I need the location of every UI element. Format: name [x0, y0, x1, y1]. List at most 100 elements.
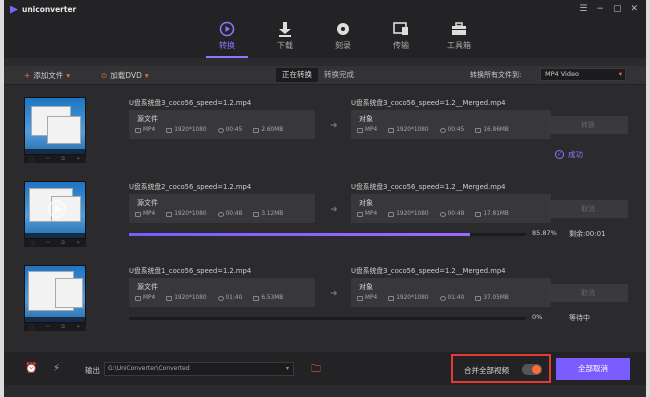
lightning-icon[interactable]: ⚡	[53, 363, 60, 374]
target-duration: 00:48	[447, 211, 465, 217]
menu-icon[interactable]: ☰	[579, 4, 587, 14]
list-item: ⓘ ✂ ⧉ ✦ U盘系统盘2_coco56_speed=1.2.mp4 源文件 MP4…	[18, 175, 634, 253]
source-label: 源文件	[137, 115, 158, 123]
info-icon[interactable]: ⓘ	[30, 324, 35, 331]
target-info[interactable]: 对象 MP4 1920*1080 00:45 16.86MB	[351, 110, 551, 139]
format-icon	[357, 211, 363, 217]
source-size: 6.53MB	[261, 295, 284, 301]
nav-label: 传输	[393, 41, 409, 50]
status-success: ✓ 成功	[555, 149, 583, 160]
clock-icon	[439, 127, 446, 133]
chevron-down-icon: ▾	[285, 365, 289, 372]
close-icon[interactable]: ✕	[630, 4, 638, 14]
chevron-down-icon: ▾	[618, 70, 622, 78]
arrow-right-icon: ➜	[330, 205, 338, 215]
nav-transfer[interactable]: 传输	[372, 19, 430, 58]
arrow-right-icon: ➜	[330, 289, 338, 299]
source-duration: 01:40	[225, 295, 243, 301]
nav-label: 工具箱	[447, 41, 471, 50]
alarm-clock-icon[interactable]: ⏰	[25, 363, 37, 374]
target-size: 37.05MB	[483, 295, 509, 301]
cut-icon[interactable]: ✂	[46, 240, 50, 246]
load-dvd-button[interactable]: ⊙ 加载DVD ▾	[101, 70, 149, 81]
app-name: uniconverter	[22, 5, 77, 14]
video-thumbnail[interactable]	[24, 265, 86, 323]
target-label: 对象	[359, 283, 373, 291]
target-info[interactable]: 对象 MP4 1920*1080 01:40 37.05MB	[351, 278, 551, 307]
target-filename: U盘系统盘3_coco56_speed=1.2__Merged.mp4	[351, 99, 506, 107]
format-select[interactable]: MP4 Video ▾	[540, 68, 626, 81]
play-icon[interactable]	[48, 200, 66, 218]
resolution-icon	[166, 127, 173, 133]
target-format: MP4	[365, 127, 378, 133]
open-folder-icon[interactable]: 🗀	[311, 362, 321, 379]
source-format: MP4	[143, 295, 156, 301]
add-files-button[interactable]: + 添加文件 ▾	[24, 70, 70, 81]
nav-label: 转换	[219, 41, 235, 50]
cancel-button[interactable]: 取消	[548, 200, 628, 218]
progress-bar	[129, 233, 526, 236]
source-info: 源文件 MP4 1920*1080 00:48 3.12MB	[129, 194, 315, 223]
nav-label: 下载	[277, 41, 293, 50]
thumbnail-controls: ⓘ ✂ ⧉ ✦	[24, 155, 86, 163]
cut-icon[interactable]: ✂	[46, 156, 50, 162]
folder-icon	[475, 127, 482, 133]
maximize-icon[interactable]: ▢	[613, 4, 622, 14]
folder-icon	[253, 127, 260, 133]
target-label: 对象	[359, 115, 373, 123]
effect-icon[interactable]: ✦	[76, 324, 80, 330]
info-icon[interactable]: ⓘ	[30, 156, 35, 163]
nav-burn[interactable]: 刻录	[314, 19, 372, 58]
target-info[interactable]: 对象 MP4 1920*1080 00:48 17.81MB	[351, 194, 551, 223]
clock-icon	[439, 211, 446, 217]
cancel-all-button[interactable]: 全部取消	[556, 358, 630, 380]
crop-icon[interactable]: ⧉	[61, 324, 65, 330]
source-filename: U盘系统盘1_coco56_speed=1.2.mp4	[129, 267, 252, 275]
target-size: 17.81MB	[483, 211, 509, 217]
cut-icon[interactable]: ✂	[46, 324, 50, 330]
format-icon	[135, 127, 141, 133]
clock-icon	[217, 127, 224, 133]
logo-icon	[10, 5, 18, 14]
thumbnail-controls: ⓘ ✂ ⧉ ✦	[24, 239, 86, 247]
minimize-icon[interactable]: −	[596, 4, 604, 14]
resolution-icon	[388, 295, 395, 301]
resolution-icon	[166, 211, 173, 217]
convert-button[interactable]: 转换	[548, 116, 628, 134]
target-resolution: 1920*1080	[396, 295, 429, 301]
format-value: MP4 Video	[545, 70, 579, 78]
cancel-button[interactable]: 取消	[548, 284, 628, 302]
resolution-icon	[388, 211, 395, 217]
effect-icon[interactable]: ✦	[76, 240, 80, 246]
effect-icon[interactable]: ✦	[76, 156, 80, 162]
source-filename: U盘系统盘3_coco56_speed=1.2.mp4	[129, 99, 252, 107]
folder-icon	[253, 211, 260, 217]
resolution-icon	[388, 127, 395, 133]
source-format: MP4	[143, 127, 156, 133]
target-resolution: 1920*1080	[396, 127, 429, 133]
add-files-label: 添加文件	[33, 71, 64, 80]
folder-icon	[253, 295, 260, 301]
tab-converting[interactable]: 正在转换	[276, 68, 318, 82]
app-window: uniconverter ☰ − ▢ ✕ 转换 下载 刻录 传输 工具箱 + 添…	[4, 0, 646, 397]
target-format: MP4	[365, 295, 378, 301]
crop-icon[interactable]: ⧉	[61, 240, 65, 246]
output-path-select[interactable]: G:\UniConverter\Converted ▾	[104, 362, 294, 376]
crop-icon[interactable]: ⧉	[61, 156, 65, 162]
merge-toggle[interactable]	[522, 364, 542, 375]
source-size: 3.12MB	[261, 211, 284, 217]
tab-converted[interactable]: 转换完成	[318, 68, 360, 82]
time-remaining: 剩余:00:01	[569, 230, 606, 238]
video-thumbnail[interactable]	[24, 97, 86, 155]
resolution-icon	[166, 295, 173, 301]
window-controls: ☰ − ▢ ✕	[579, 4, 638, 14]
source-info: 源文件 MP4 1920*1080 00:45 2.60MB	[129, 110, 315, 139]
video-thumbnail[interactable]	[24, 181, 86, 239]
clock-icon	[439, 295, 446, 301]
nav-toolbox[interactable]: 工具箱	[430, 19, 488, 58]
nav-download[interactable]: 下载	[256, 19, 314, 58]
nav-convert[interactable]: 转换	[198, 19, 256, 58]
source-resolution: 1920*1080	[174, 127, 207, 133]
info-icon[interactable]: ⓘ	[30, 240, 35, 247]
target-duration: 01:40	[447, 295, 465, 301]
